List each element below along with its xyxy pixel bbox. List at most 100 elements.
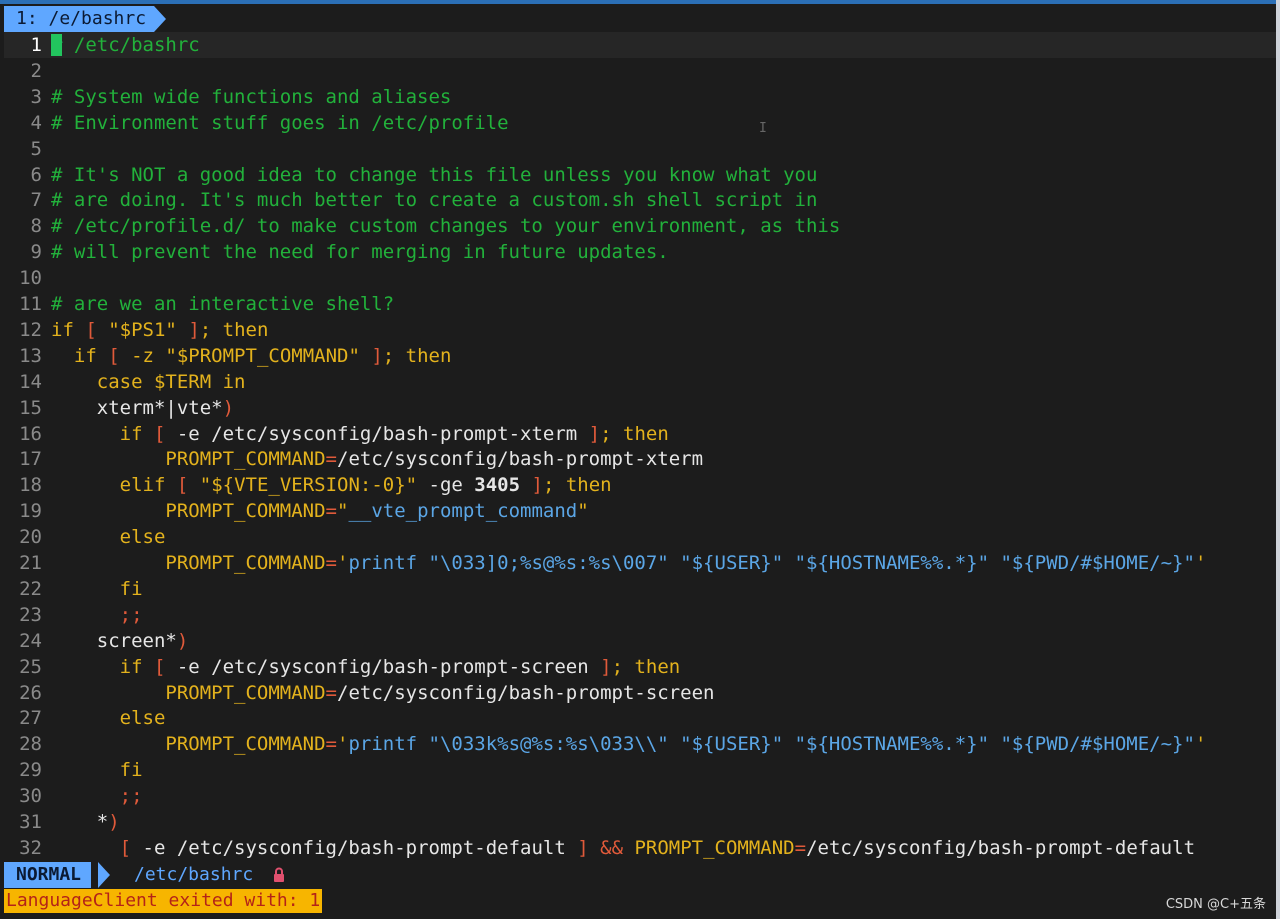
line-number: 16 — [19, 422, 42, 445]
code-line[interactable]: 13 if [ -z "$PROMPT_COMMAND" ]; then — [4, 343, 1276, 369]
code-token: PROMPT_COMMAND — [165, 733, 326, 756]
code-token: PROMPT_COMMAND — [165, 552, 326, 574]
code-token: [ — [119, 836, 132, 859]
code-line[interactable]: 31 *) — [4, 809, 1276, 835]
line-number: 5 — [30, 137, 42, 160]
code-line[interactable]: 10 — [4, 265, 1276, 291]
code-line[interactable]: 5 — [4, 136, 1276, 162]
code-line[interactable]: 6 # It's NOT a good idea to change this f… — [4, 162, 1276, 188]
code-line[interactable]: 3 # System wide functions and aliases — [4, 84, 1276, 110]
code-line[interactable]: 8 # /etc/profile.d/ to make custom change… — [4, 213, 1276, 239]
code-token: /etc/sysconfig/bash-prompt-xterm — [337, 448, 704, 471]
window-right-border — [1276, 0, 1280, 919]
code-line[interactable]: 20 else — [4, 524, 1276, 550]
code-line[interactable]: 18 elif [ "${VTE_VERSION:-0}" -ge 3405 ]… — [4, 472, 1276, 498]
code-token: ' — [1194, 552, 1207, 574]
line-content: # /etc/bashrc — [51, 32, 200, 58]
code-token: = — [325, 681, 337, 704]
line-number: 1 — [30, 34, 42, 56]
line-number: 32 — [19, 836, 42, 859]
code-token: = — [325, 500, 337, 523]
code-line[interactable]: 19 PROMPT_COMMAND="__vte_prompt_command" — [4, 498, 1276, 524]
code-token: printf "\033k%s@%s:%s\033\\" "${USER}" "… — [348, 733, 1195, 756]
code-token: # will prevent the need for merging in f… — [51, 241, 669, 264]
code-line[interactable]: 15 xterm*|vte*) — [4, 395, 1276, 421]
code-token: PROMPT_COMMAND — [634, 836, 795, 859]
code-line[interactable]: 24 screen*) — [4, 628, 1276, 654]
code-line[interactable]: 4 # Environment stuff goes in /etc/profil… — [4, 110, 1276, 136]
code-token: ' — [337, 733, 349, 756]
code-line[interactable]: 17 PROMPT_COMMAND=/etc/sysconfig/bash-pr… — [4, 446, 1276, 472]
code-token: ] — [531, 474, 543, 497]
code-token: -e /etc/sysconfig/bash-prompt-xterm — [165, 422, 589, 445]
code-token: ; then — [382, 344, 452, 367]
code-line[interactable]: 12 if [ "$PS1" ]; then — [4, 317, 1276, 343]
code-line[interactable]: 23 ;; — [4, 602, 1276, 628]
line-number: 29 — [19, 759, 42, 782]
block-cursor: # — [51, 34, 63, 56]
line-content: elif [ "${VTE_VERSION:-0}" -ge 3405 ]; t… — [51, 472, 612, 498]
code-line[interactable]: 25 if [ -e /etc/sysconfig/bash-prompt-sc… — [4, 654, 1276, 680]
line-number: 28 — [19, 733, 42, 756]
code-token: ; then — [199, 318, 269, 341]
code-line[interactable]: 16 if [ -e /etc/sysconfig/bash-prompt-xt… — [4, 421, 1276, 447]
code-line[interactable]: 7 # are doing. It's much better to create… — [4, 187, 1276, 213]
code-token: ; then — [611, 655, 681, 678]
code-line[interactable]: 28 PROMPT_COMMAND='printf "\033k%s@%s:%s… — [4, 731, 1276, 757]
code-line[interactable]: 32 [ -e /etc/sysconfig/bash-prompt-defau… — [4, 835, 1276, 861]
code-token: -e /etc/sysconfig/bash-prompt-default — [131, 836, 578, 859]
line-content: # It's NOT a good idea to change this fi… — [51, 162, 817, 188]
code-token: [ — [153, 422, 166, 445]
code-token: # Environment stuff goes in /etc/profile — [51, 111, 509, 134]
code-line[interactable]: 14 case $TERM in — [4, 369, 1276, 395]
code-token: PROMPT_COMMAND — [165, 500, 326, 523]
code-line[interactable]: 27 else — [4, 705, 1276, 731]
code-line[interactable]: 11 # are we an interactive shell? — [4, 291, 1276, 317]
line-content: case $TERM in — [51, 369, 246, 395]
code-line[interactable]: 2 — [4, 58, 1276, 84]
code-token: PROMPT_COMMAND — [165, 448, 326, 471]
readonly-lock-icon — [274, 867, 284, 882]
code-token: # are we an interactive shell? — [51, 293, 395, 315]
line-number: 27 — [19, 707, 42, 730]
code-line[interactable]: 30 ;; — [4, 783, 1276, 809]
code-line[interactable]: 9 # will prevent the need for merging in … — [4, 239, 1276, 265]
line-content: *) — [51, 809, 120, 835]
line-content: screen*) — [51, 628, 189, 654]
code-line[interactable]: 22 fi — [4, 576, 1276, 602]
message-area: LanguageClient exited with: 1 — [4, 889, 323, 913]
line-number: 31 — [19, 811, 42, 833]
code-line[interactable]: 1 # /etc/bashrc — [4, 32, 1276, 58]
code-line[interactable]: 29 fi — [4, 757, 1276, 783]
code-token: ] — [188, 318, 200, 341]
code-token: /etc/sysconfig/bash-prompt-screen — [337, 681, 715, 704]
line-content: else — [51, 705, 166, 731]
code-token: PROMPT_COMMAND — [165, 681, 326, 704]
line-content: # System wide functions and aliases — [51, 84, 451, 110]
line-number: 9 — [30, 241, 42, 264]
buffer-tab[interactable]: 1: /e/bashrc — [4, 6, 155, 32]
code-token: /etc/sysconfig/bash-prompt-default — [806, 836, 1196, 859]
line-number: 2 — [30, 59, 42, 82]
line-number: 14 — [19, 370, 42, 393]
code-line[interactable]: 26 PROMPT_COMMAND=/etc/sysconfig/bash-pr… — [4, 680, 1276, 706]
line-content: if [ -e /etc/sysconfig/bash-prompt-scree… — [51, 654, 681, 680]
editor-buffer[interactable]: 1 # /etc/bashrc 2 3 # System wide functions … — [4, 32, 1276, 862]
line-number: 22 — [19, 577, 42, 600]
code-token: -z "$PROMPT_COMMAND" — [119, 344, 372, 367]
code-token: ' — [337, 552, 349, 574]
code-token: fi — [119, 759, 143, 782]
line-number: 4 — [30, 111, 42, 134]
code-line[interactable]: 21 PROMPT_COMMAND='printf "\033]0;%s@%s:… — [4, 550, 1276, 576]
